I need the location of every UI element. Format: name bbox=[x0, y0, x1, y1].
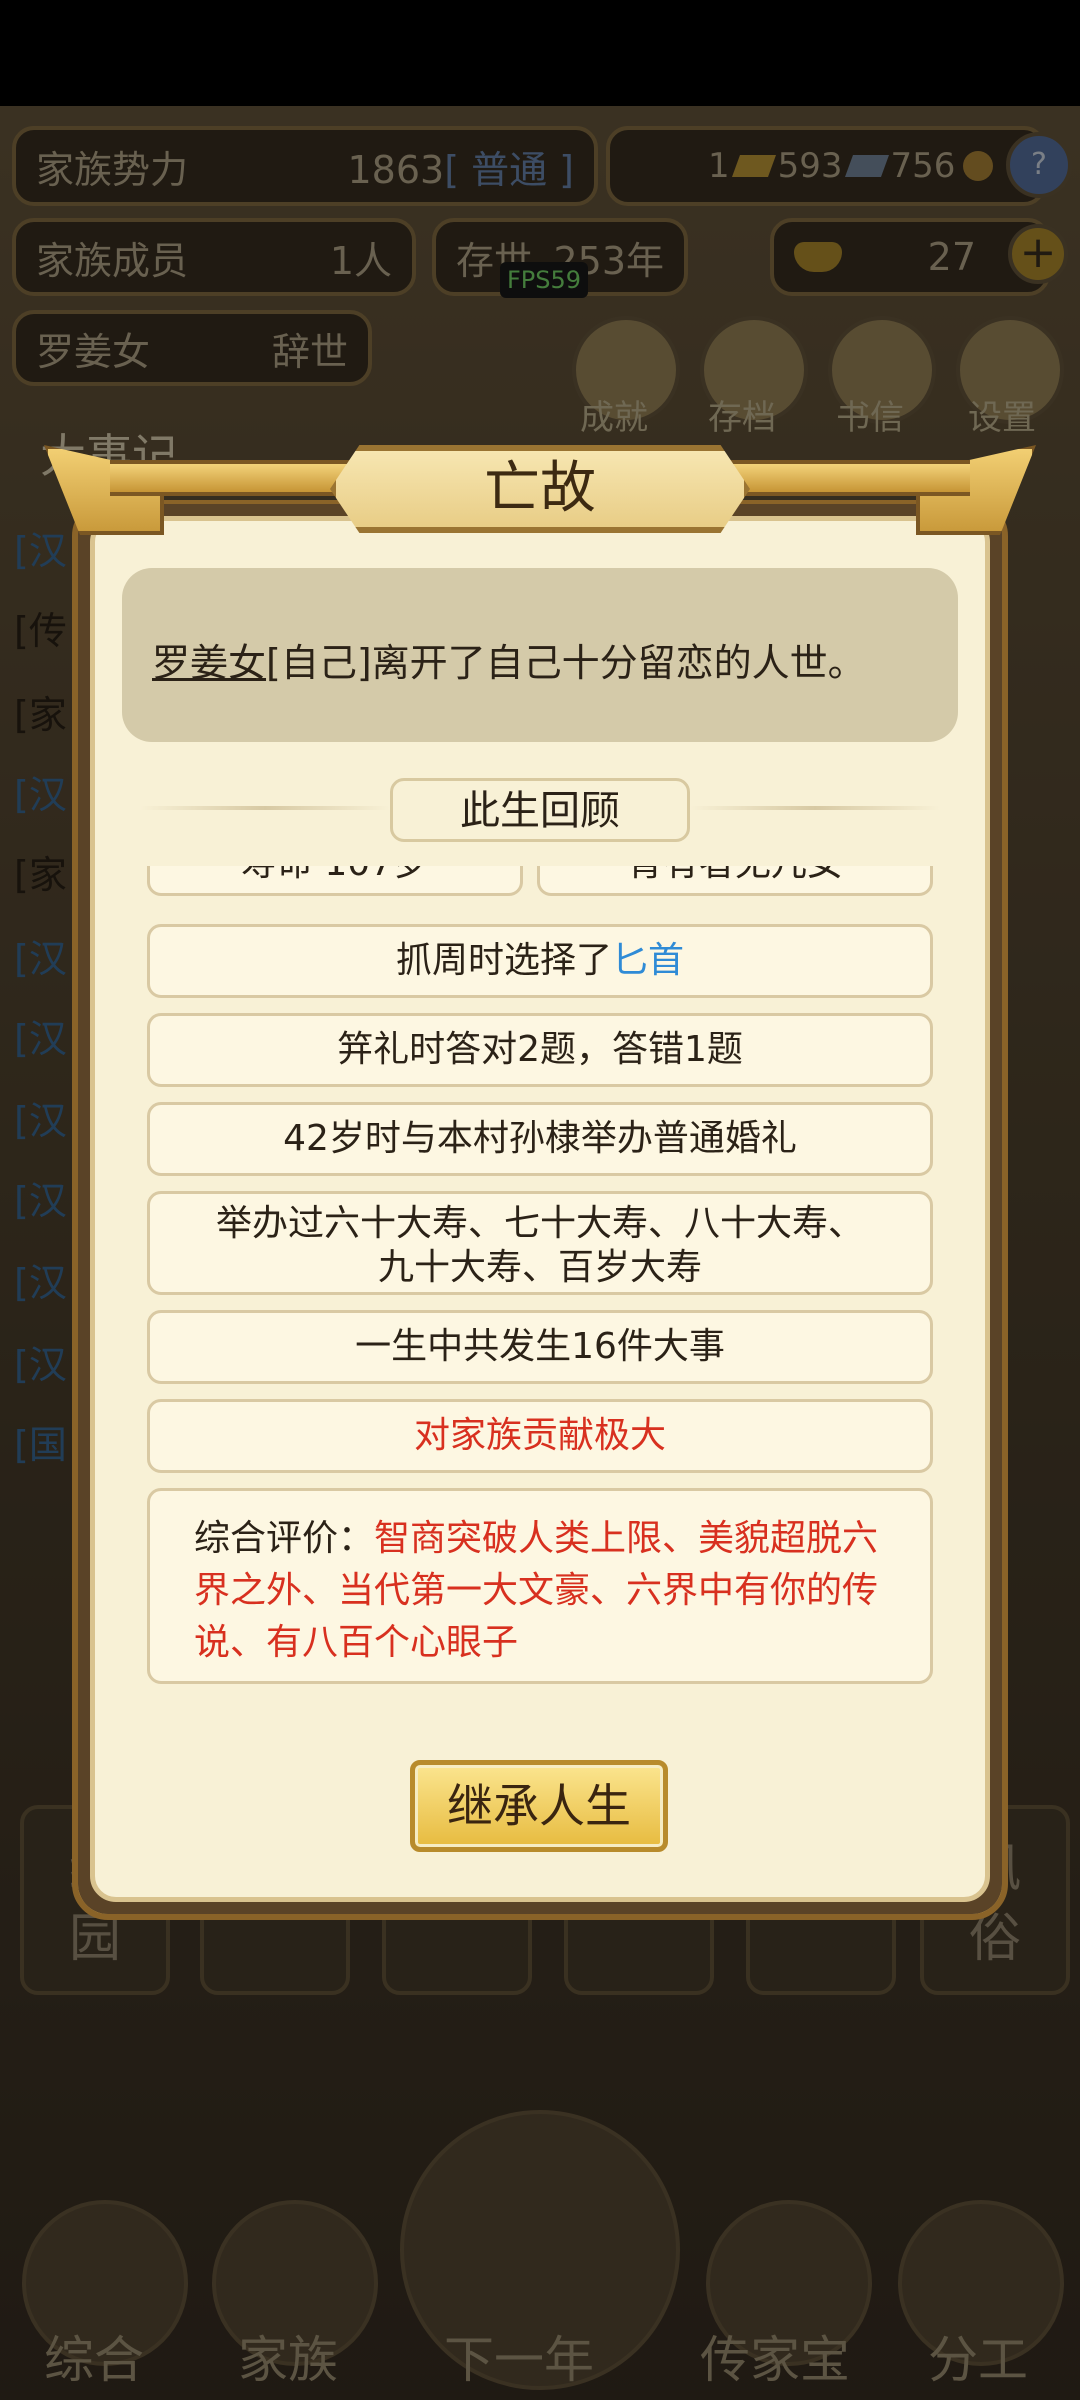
list-item-contribution: 对家族贡献极大 bbox=[147, 1399, 933, 1473]
life-review-title: 此生回顾 bbox=[390, 778, 690, 842]
list-item-grab: 抓周时选择了匕首 bbox=[147, 924, 933, 998]
list-item-birthdays: 举办过六十大寿、七十大寿、八十大寿、 九十大寿、百岁大寿 bbox=[147, 1191, 933, 1295]
list-item-marriage: 42岁时与本村孙棣举办普通婚礼 bbox=[147, 1102, 933, 1176]
deceased-name[interactable]: 罗姜女 bbox=[152, 641, 266, 685]
death-message: [自己]离开了自己十分留恋的人世。 bbox=[266, 641, 866, 685]
list-item-ceremony: 笄礼时答对2题，答错1题 bbox=[147, 1013, 933, 1087]
birthdays-line-1: 举办过六十大寿、七十大寿、八十大寿、 bbox=[215, 1203, 864, 1244]
death-message-box: 罗姜女[自己]离开了自己十分留恋的人世。 bbox=[122, 568, 958, 742]
evaluation-label: 综合评价： bbox=[194, 1518, 375, 1559]
birthdays-line-2: 九十大寿、百岁大寿 bbox=[377, 1247, 702, 1288]
life-review-list[interactable]: 寿命 107岁 育有者无儿女 抓周时选择了匕首 笄礼时答对2题，答错1题 42岁… bbox=[122, 866, 958, 1696]
list-item-evaluation: 综合评价：智商突破人类上限、美貌超脱六界之外、当代第一大文豪、六界中有你的传说、… bbox=[147, 1488, 933, 1684]
section-divider-left bbox=[140, 806, 390, 810]
grab-choice[interactable]: 匕首 bbox=[612, 940, 684, 981]
lifespan-item: 寿命 107岁 bbox=[147, 866, 523, 896]
children-item: 育有者无儿女 bbox=[537, 866, 933, 896]
section-divider-right bbox=[690, 806, 940, 810]
status-bar bbox=[0, 0, 1080, 106]
inherit-life-button[interactable]: 继承人生 bbox=[410, 1760, 668, 1852]
grab-text: 抓周时选择了 bbox=[395, 940, 612, 981]
list-item-events: 一生中共发生16件大事 bbox=[147, 1310, 933, 1384]
dialog-title: 亡故 bbox=[330, 445, 750, 533]
